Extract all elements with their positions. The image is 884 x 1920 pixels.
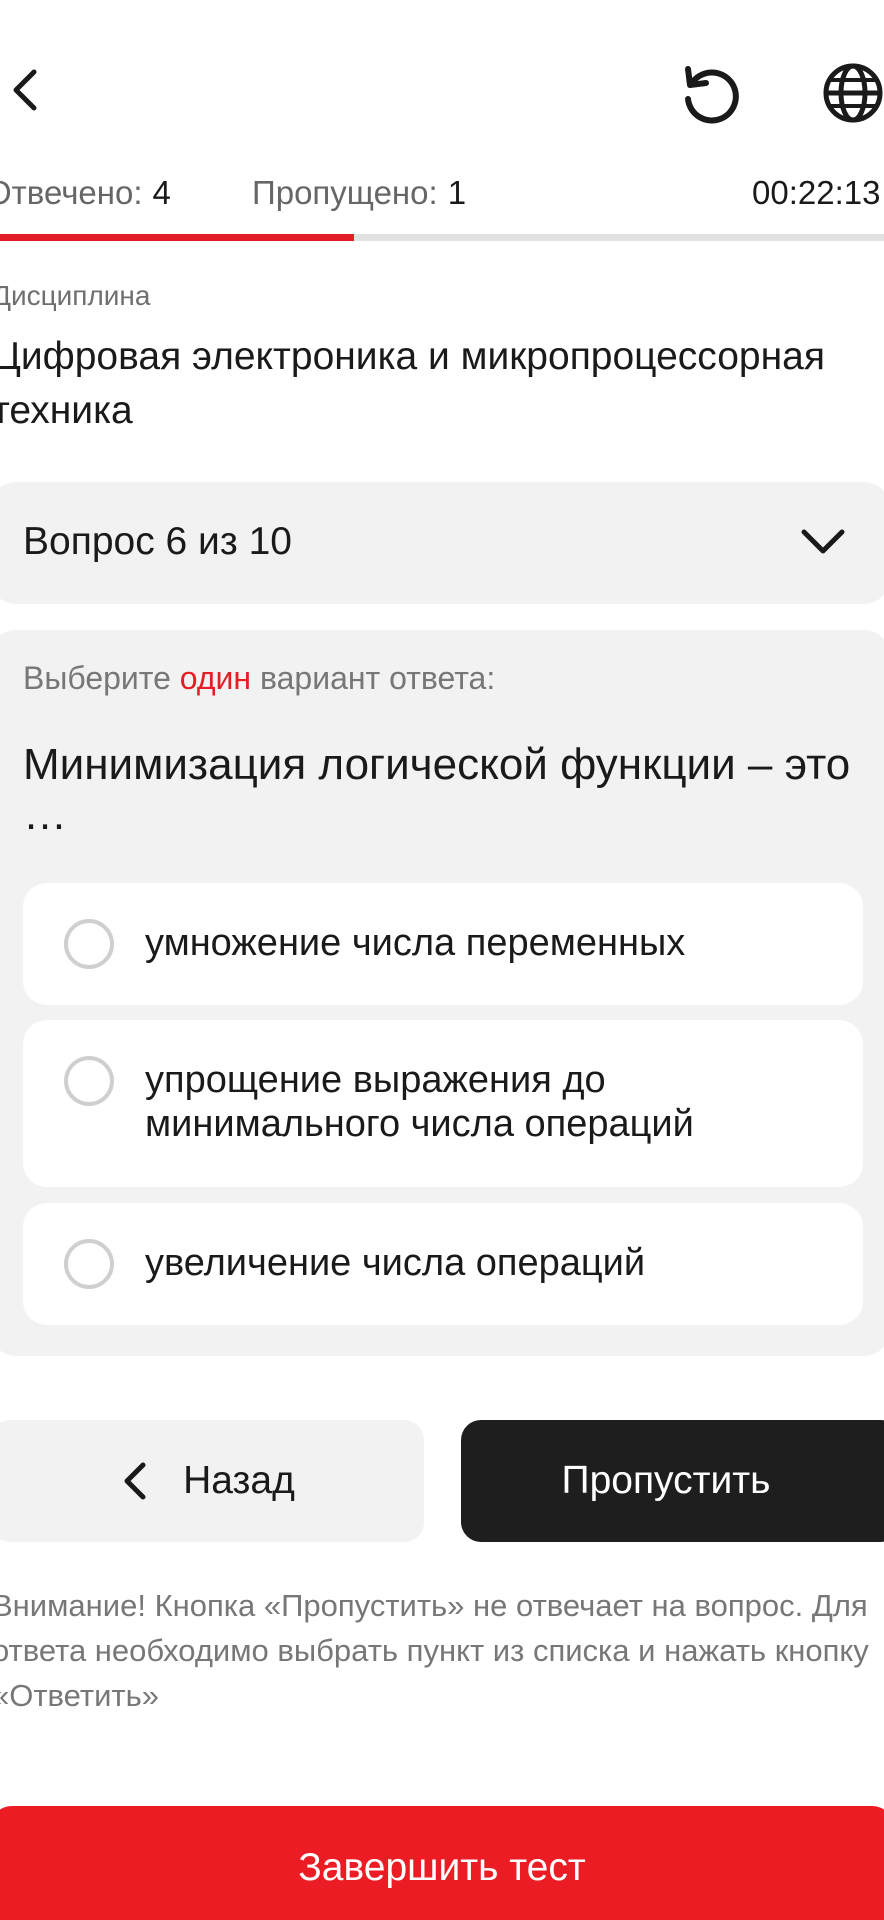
answer-option[interactable]: умножение числа переменных [23,883,863,1005]
globe-icon[interactable] [818,58,884,128]
skip-notice: Внимание! Кнопка «Пропустить» не отвечае… [0,1588,869,1713]
answer-instruction: Выберите один вариант ответа: [23,660,495,697]
radio-button[interactable] [64,1056,114,1106]
answer-option-label: умножение числа переменных [145,922,686,964]
question-selector[interactable]: Вопрос 6 из 10 [0,482,884,604]
test-stats: Отвечено: 4 Пропущено: 1 00:22:13 [0,170,884,220]
answer-option-label: упрощение выражения до минимального числ… [145,1059,694,1145]
question-selector-label: Вопрос 6 из 10 [23,520,292,563]
skipped-stat: Пропущено: 1 [252,174,466,212]
timer: 00:22:13 [752,174,881,211]
instruction-accent: один [179,660,252,696]
answer-option[interactable]: увеличение числа операций [23,1203,863,1325]
radio-button[interactable] [64,1239,114,1289]
answered-count: 4 [152,174,171,211]
answered-label: Отвечено: [0,174,143,211]
progress-bar-fill [0,234,354,241]
question-card: Выберите один вариант ответа: Минимизаци… [0,630,884,1356]
answer-option[interactable]: упрощение выражения до минимального числ… [23,1020,863,1187]
back-button-label: Назад [183,1459,295,1502]
chevron-left-icon[interactable] [0,55,50,125]
skip-button[interactable]: Пропустить [461,1420,884,1542]
answer-option-label: увеличение числа операций [145,1242,646,1284]
question-text: Минимизация логической функции – это … [23,740,851,839]
radio-button[interactable] [64,919,114,969]
skipped-count: 1 [447,174,467,211]
chevron-down-icon [798,522,848,562]
progress-bar [0,234,884,241]
skip-button-label: Пропустить [561,1459,771,1502]
answered-stat: Отвечено: 4 [0,174,171,212]
instruction-prefix: Выберите [23,660,171,696]
chevron-left-icon [119,1461,153,1501]
instruction-suffix: вариант ответа: [259,660,496,696]
top-bar [0,0,884,170]
reset-icon[interactable] [670,58,750,128]
finish-test-label: Завершить тест [298,1846,586,1889]
discipline-label: Дисциплина [0,280,151,311]
skipped-label: Пропущено: [252,174,438,211]
finish-test-button[interactable]: Завершить тест [0,1806,884,1920]
discipline-title: Цифровая электроника и микропроцессорная… [0,335,825,432]
back-button[interactable]: Назад [0,1420,424,1542]
